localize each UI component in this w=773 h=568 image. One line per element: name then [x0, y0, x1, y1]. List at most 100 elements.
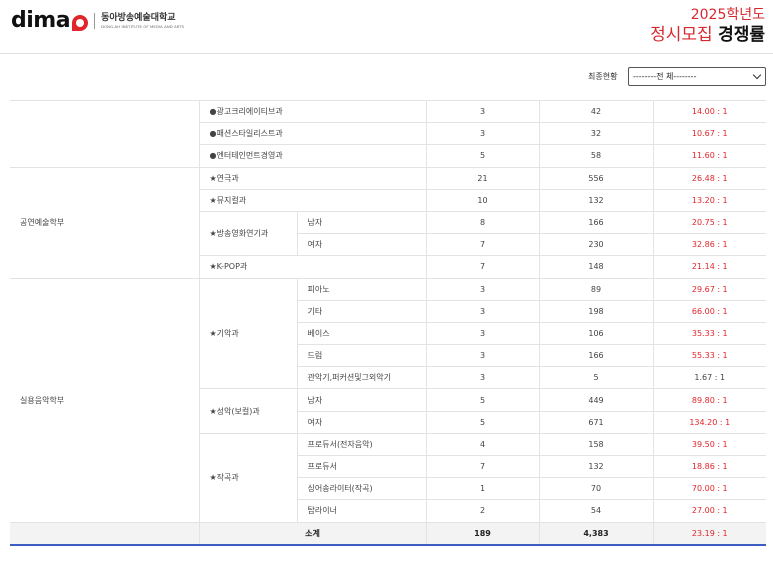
rate-cell: 35.33 : 1	[652, 321, 767, 346]
dept-cell: ●엔터테인먼트경영과	[198, 144, 427, 168]
applicants-cell: 106	[538, 321, 654, 346]
rate-cell: 1.67 : 1	[652, 366, 767, 390]
table-row: 실용음악학부 ★기악과 피아노 3 89 29.67 : 1	[10, 277, 767, 523]
sub-cell: 드럼	[296, 344, 427, 368]
dept-cell: ★뮤지컬과	[198, 188, 427, 212]
dept-cell: ★K-POP과	[198, 255, 427, 279]
total-rate: 23.19 : 1	[652, 521, 767, 547]
rate-cell: 55.33 : 1	[652, 344, 767, 368]
quota-cell: 21	[425, 166, 540, 190]
rate-cell: 18.86 : 1	[652, 454, 767, 479]
rate-cell: 11.60 : 1	[652, 144, 767, 168]
applicants-cell: 158	[538, 432, 654, 457]
sub-cell: 관악기,퍼커션및그외악기	[296, 366, 427, 390]
rate-cell: 89.80 : 1	[652, 388, 767, 412]
applicants-cell: 5	[538, 366, 654, 390]
applicants-cell: 42	[538, 99, 654, 124]
dept-cell: ★작곡과	[198, 432, 298, 523]
quota-cell: 3	[425, 99, 540, 124]
sub-cell: 기타	[296, 299, 427, 323]
rate-cell: 134.20 : 1	[652, 410, 767, 434]
applicants-cell: 671	[538, 410, 654, 434]
rate-cell: 26.48 : 1	[652, 166, 767, 190]
total-quota: 189	[425, 521, 540, 547]
quota-cell: 7	[425, 454, 540, 479]
total-row: 소계 189 4,383 23.19 : 1	[10, 521, 767, 547]
rate-cell: 27.00 : 1	[652, 499, 767, 523]
applicants-cell: 132	[538, 454, 654, 479]
applicants-cell: 58	[538, 144, 654, 168]
group-cell: 실용음악학부	[10, 277, 200, 523]
logo-divider	[94, 13, 96, 29]
sub-cell: 베이스	[296, 321, 427, 346]
sub-cell: 여자	[296, 410, 427, 434]
dept-cell: ★성악(보컬)과	[198, 388, 298, 434]
quota-cell: 7	[425, 233, 540, 257]
rate-cell: 13.20 : 1	[652, 188, 767, 212]
total-applicants: 4,383	[538, 521, 654, 547]
rate-cell: 20.75 : 1	[652, 210, 767, 235]
dept-cell: ★기악과	[198, 277, 298, 390]
group-cell-empty	[10, 100, 200, 168]
quota-cell: 3	[425, 344, 540, 368]
quota-cell: 3	[425, 277, 540, 301]
applicants-cell: 148	[538, 255, 654, 279]
title-admission: 정시모집	[650, 25, 713, 45]
page-header: dima 동아방송예술대학교 DONG-AH INSTITUTE OF MEDI…	[0, 0, 773, 54]
rate-cell: 66.00 : 1	[652, 299, 767, 323]
dept-cell: ●광고크리에이티브과	[198, 99, 427, 124]
dept-cell: ●패션스타일리스트과	[198, 122, 427, 146]
applicants-cell: 230	[538, 233, 654, 257]
table-row: ●광고크리에이티브과 3 42 14.00 : 1	[10, 99, 767, 168]
department-select[interactable]: --------전 체--------	[628, 67, 766, 86]
rate-cell: 14.00 : 1	[652, 99, 767, 124]
school-logo[interactable]: dima 동아방송예술대학교 DONG-AH INSTITUTE OF MEDI…	[11, 9, 184, 33]
quota-cell: 5	[425, 410, 540, 434]
rate-cell: 39.50 : 1	[652, 432, 767, 457]
quota-cell: 8	[425, 210, 540, 235]
quota-cell: 4	[425, 432, 540, 457]
rate-cell: 21.14 : 1	[652, 255, 767, 279]
logo-english-name: DONG-AH INSTITUTE OF MEDIA AND ARTS	[101, 24, 185, 29]
quota-cell: 3	[425, 299, 540, 323]
sub-cell: 남자	[296, 210, 427, 235]
sub-cell: 프로듀서(전자음악)	[296, 432, 427, 457]
sub-cell: 탑라이너	[296, 499, 427, 523]
applicants-cell: 166	[538, 210, 654, 235]
applicants-cell: 166	[538, 344, 654, 368]
page-title: 2025학년도 정시모집 경쟁률	[650, 6, 765, 46]
applicants-cell: 449	[538, 388, 654, 412]
quota-cell: 10	[425, 188, 540, 212]
quota-cell: 5	[425, 144, 540, 168]
applicants-cell: 198	[538, 299, 654, 323]
filter-label: 최종현황	[588, 72, 618, 81]
title-line: 정시모집 경쟁률	[650, 24, 765, 46]
competition-table: ●광고크리에이티브과 3 42 14.00 : 1 ●패션스타일리스트과 3 3…	[10, 99, 767, 547]
quota-cell: 3	[425, 122, 540, 146]
applicants-cell: 556	[538, 166, 654, 190]
sub-cell: 여자	[296, 233, 427, 257]
sub-cell: 피아노	[296, 277, 427, 301]
quota-cell: 1	[425, 477, 540, 501]
department-select-value: --------전 체--------	[633, 72, 697, 81]
rate-cell: 10.67 : 1	[652, 122, 767, 146]
applicants-cell: 54	[538, 499, 654, 523]
applicants-cell: 70	[538, 477, 654, 501]
logo-wordmark: dima	[11, 8, 71, 33]
dept-cell: ★방송영화연기과	[198, 210, 298, 257]
rate-cell: 70.00 : 1	[652, 477, 767, 501]
rate-cell: 32.86 : 1	[652, 233, 767, 257]
sub-cell: 남자	[296, 388, 427, 412]
applicants-cell: 132	[538, 188, 654, 212]
sub-cell: 프로듀서	[296, 454, 427, 479]
total-group-cell	[10, 521, 200, 547]
title-year: 2025학년도	[690, 7, 765, 23]
quota-cell: 7	[425, 255, 540, 279]
rate-cell: 29.67 : 1	[652, 277, 767, 301]
quota-cell: 2	[425, 499, 540, 523]
applicants-cell: 89	[538, 277, 654, 301]
title-competition: 경쟁률	[718, 25, 765, 45]
group-cell: 공연예술학부	[10, 166, 200, 279]
sub-cell: 싱어송라이터(작곡)	[296, 477, 427, 501]
logo-korean-name: 동아방송예술대학교	[101, 13, 176, 23]
